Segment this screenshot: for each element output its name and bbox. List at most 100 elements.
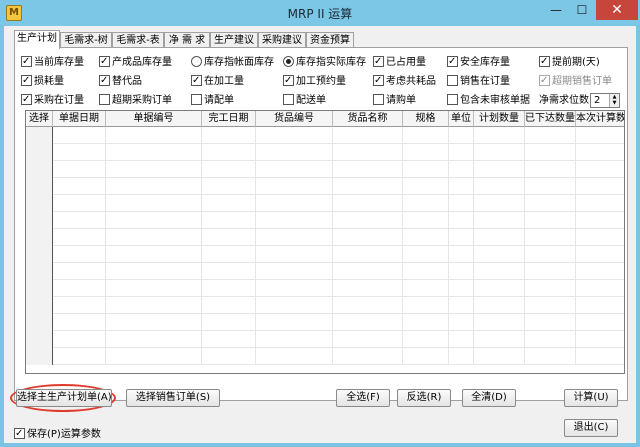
- checkbox-icon[interactable]: [191, 94, 202, 105]
- grid-cell[interactable]: [576, 229, 624, 246]
- grid-cell[interactable]: [474, 246, 525, 263]
- grid-cell[interactable]: [333, 161, 403, 178]
- grid-cell[interactable]: [53, 161, 106, 178]
- opt-purchase-request[interactable]: 请购单: [373, 94, 416, 108]
- grid-cell[interactable]: [474, 127, 525, 144]
- grid-cell[interactable]: [256, 212, 333, 229]
- tab-gross-req-table[interactable]: 毛需求-表: [112, 32, 164, 48]
- grid-cell[interactable]: [576, 246, 624, 263]
- tab-gross-req-tree[interactable]: 毛需求-树: [60, 32, 112, 48]
- tab-purchase-advice[interactable]: 采购建议: [258, 32, 306, 48]
- table-row[interactable]: [26, 144, 624, 161]
- invert-selection-button[interactable]: 反选(R): [397, 389, 451, 407]
- checkbox-icon[interactable]: [447, 75, 458, 86]
- opt-delivery-note[interactable]: 配送单: [283, 94, 326, 108]
- grid-cell[interactable]: [403, 212, 449, 229]
- grid-cell[interactable]: [449, 161, 474, 178]
- checkbox-icon[interactable]: [99, 75, 110, 86]
- checkbox-icon[interactable]: [99, 56, 110, 67]
- opt-process-reserved[interactable]: 加工预约量: [283, 75, 346, 89]
- radio-icon[interactable]: [283, 56, 294, 67]
- grid-cell[interactable]: [403, 297, 449, 314]
- maximize-icon[interactable]: ☐: [569, 0, 595, 20]
- grid-cell[interactable]: [106, 246, 202, 263]
- grid-cell[interactable]: [53, 297, 106, 314]
- grid-cell[interactable]: [26, 331, 53, 348]
- grid-cell[interactable]: [333, 297, 403, 314]
- grid-cell[interactable]: [202, 127, 256, 144]
- table-row[interactable]: [26, 263, 624, 280]
- grid-cell[interactable]: [474, 348, 525, 365]
- grid-cell[interactable]: [525, 246, 576, 263]
- grid-cell[interactable]: [26, 212, 53, 229]
- grid-cell[interactable]: [449, 178, 474, 195]
- col-header-calc-qty[interactable]: 本次计算数量: [576, 111, 624, 127]
- opt-occupied[interactable]: 已占用量: [373, 56, 426, 70]
- grid-cell[interactable]: [474, 263, 525, 280]
- col-header-item-name[interactable]: 货品名称: [333, 111, 403, 127]
- grid-cell[interactable]: [26, 144, 53, 161]
- grid-cell[interactable]: [106, 212, 202, 229]
- col-header-spec[interactable]: 规格: [403, 111, 449, 127]
- grid-cell[interactable]: [333, 314, 403, 331]
- grid-cell[interactable]: [106, 263, 202, 280]
- spin-arrows[interactable]: ▲ ▼: [609, 94, 619, 107]
- opt-stock-book[interactable]: 库存指帐面库存: [191, 56, 274, 70]
- grid-cell[interactable]: [202, 178, 256, 195]
- opt-in-process[interactable]: 在加工量: [191, 75, 244, 89]
- grid-cell[interactable]: [449, 331, 474, 348]
- grid-cell[interactable]: [26, 263, 53, 280]
- col-header-plan-qty[interactable]: 计划数量: [474, 111, 525, 127]
- grid-cell[interactable]: [474, 331, 525, 348]
- grid-cell[interactable]: [106, 195, 202, 212]
- grid-cell[interactable]: [106, 297, 202, 314]
- grid-cell[interactable]: [403, 161, 449, 178]
- grid-cell[interactable]: [474, 161, 525, 178]
- tab-fund-budget[interactable]: 资金预算: [306, 32, 354, 48]
- checkbox-icon[interactable]: [99, 94, 110, 105]
- grid-cell[interactable]: [256, 331, 333, 348]
- grid-cell[interactable]: [202, 297, 256, 314]
- grid-cell[interactable]: [403, 263, 449, 280]
- precision-value[interactable]: 2: [594, 94, 600, 107]
- checkbox-icon[interactable]: [373, 94, 384, 105]
- grid-cell[interactable]: [333, 348, 403, 365]
- select-all-button[interactable]: 全选(F): [336, 389, 390, 407]
- grid-cell[interactable]: [449, 144, 474, 161]
- grid-cell[interactable]: [474, 280, 525, 297]
- select-master-plan-button[interactable]: 选择主生产计划单(A): [16, 389, 112, 407]
- grid-cell[interactable]: [403, 280, 449, 297]
- grid-cell[interactable]: [449, 246, 474, 263]
- col-header-item-no[interactable]: 货品编号: [256, 111, 333, 127]
- grid-cell[interactable]: [256, 314, 333, 331]
- grid-cell[interactable]: [26, 314, 53, 331]
- checkbox-icon[interactable]: [447, 94, 458, 105]
- grid-cell[interactable]: [474, 297, 525, 314]
- checkbox-icon[interactable]: [191, 75, 202, 86]
- grid-cell[interactable]: [333, 246, 403, 263]
- save-params-option[interactable]: 保存(P)运算参数: [14, 428, 101, 442]
- opt-finished-stock[interactable]: 产成品库存量: [99, 56, 172, 70]
- grid-cell[interactable]: [26, 246, 53, 263]
- grid-cell[interactable]: [449, 348, 474, 365]
- grid-cell[interactable]: [256, 178, 333, 195]
- checkbox-icon[interactable]: [539, 56, 550, 67]
- grid-cell[interactable]: [333, 144, 403, 161]
- opt-include-unapproved[interactable]: 包含未审核单据: [447, 94, 530, 108]
- grid-cell[interactable]: [576, 297, 624, 314]
- grid-cell[interactable]: [576, 195, 624, 212]
- grid-cell[interactable]: [256, 161, 333, 178]
- grid-cell[interactable]: [53, 127, 106, 144]
- grid-cell[interactable]: [26, 195, 53, 212]
- grid-cell[interactable]: [256, 280, 333, 297]
- grid-cell[interactable]: [256, 195, 333, 212]
- opt-stock-actual[interactable]: 库存指实际库存: [283, 56, 366, 70]
- col-header-select[interactable]: 选择: [26, 111, 53, 127]
- opt-current-stock[interactable]: 当前库存量: [21, 56, 84, 70]
- grid-cell[interactable]: [256, 297, 333, 314]
- table-row[interactable]: [26, 331, 624, 348]
- grid-cell[interactable]: [333, 263, 403, 280]
- grid-cell[interactable]: [333, 212, 403, 229]
- grid-cell[interactable]: [576, 161, 624, 178]
- checkbox-icon[interactable]: [21, 94, 32, 105]
